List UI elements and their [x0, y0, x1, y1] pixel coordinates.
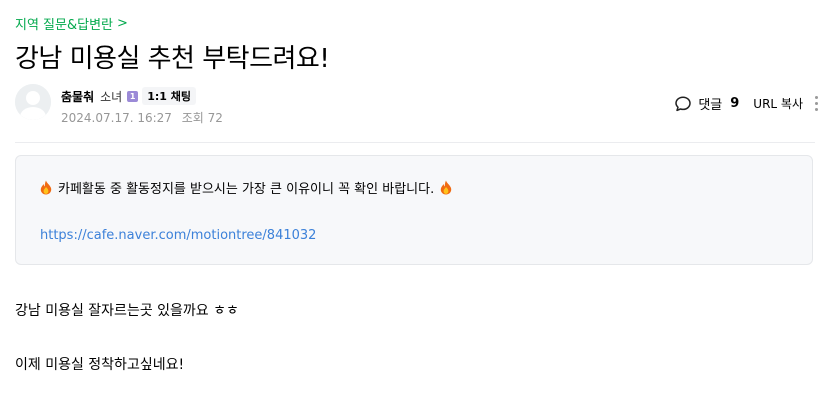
notice-box: 카페활동 중 활동정지를 받으시는 가장 큰 이유이니 꼭 확인 바랍니다. h…: [15, 155, 813, 265]
notice-line: 카페활동 중 활동정지를 받으시는 가장 큰 이유이니 꼭 확인 바랍니다.: [40, 178, 452, 197]
more-options-icon[interactable]: [815, 96, 819, 111]
board-link-label: 지역 질문&답변란: [15, 18, 113, 33]
post-meta: 2024.07.17. 16:27 조회 72: [61, 109, 223, 126]
url-copy-button[interactable]: URL 복사: [753, 95, 803, 112]
fire-icon: [440, 180, 452, 195]
comment-button[interactable]: 댓글 9: [674, 94, 739, 113]
post-tools: 댓글 9 URL 복사: [674, 94, 819, 113]
avatar[interactable]: [15, 84, 51, 120]
notice-text: 카페활동 중 활동정지를 받으시는 가장 큰 이유이니 꼭 확인 바랍니다.: [58, 182, 435, 197]
chevron-right-icon: >: [117, 16, 128, 31]
post-date: 2024.07.17. 16:27: [61, 111, 172, 125]
author-rank: 소녀: [100, 89, 123, 104]
post-body-line: 강남 미용실 잘자르는곳 있을까요 ㅎㅎ: [15, 303, 239, 319]
author-name[interactable]: 춤물춰: [61, 88, 94, 105]
post-body-line: 이제 미용실 정착하고싶네요!: [15, 357, 185, 373]
comment-label: 댓글: [698, 98, 723, 113]
header-divider: [15, 142, 815, 143]
view-count: 조회 72: [181, 111, 223, 125]
notice-link[interactable]: https://cafe.naver.com/motiontree/841032: [40, 228, 316, 243]
comment-count: 9: [730, 96, 740, 111]
comment-bubble-icon: [675, 95, 692, 111]
post-page: 지역 질문&답변란 > 강남 미용실 추천 부탁드려요! 춤물춰 소녀 1 1:…: [0, 0, 837, 401]
author-info: 춤물춰 소녀 1 1:1 채팅: [61, 87, 196, 105]
default-avatar-icon: [15, 84, 51, 120]
fire-icon: [40, 180, 52, 195]
post-title: 강남 미용실 추천 부탁드려요!: [15, 44, 330, 74]
rank-badge-icon: 1: [127, 90, 139, 102]
board-link[interactable]: 지역 질문&답변란 >: [15, 14, 128, 33]
chat-button[interactable]: 1:1 채팅: [142, 87, 196, 105]
